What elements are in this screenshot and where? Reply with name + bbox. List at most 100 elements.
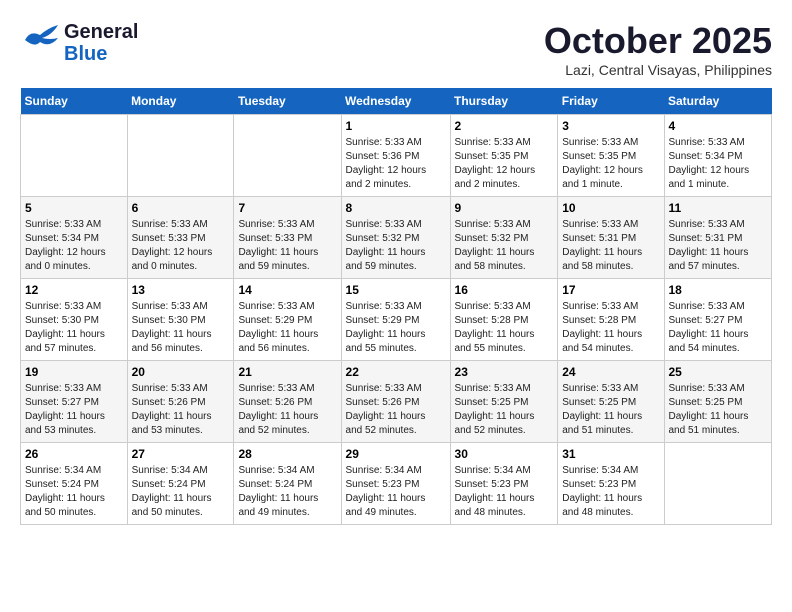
- day-info: Sunrise: 5:33 AM Sunset: 5:28 PM Dayligh…: [455, 300, 554, 356]
- day-info: Sunrise: 5:33 AM Sunset: 5:28 PM Dayligh…: [562, 300, 659, 356]
- day-number: 21: [238, 365, 336, 379]
- day-info: Sunrise: 5:33 AM Sunset: 5:34 PM Dayligh…: [25, 218, 123, 274]
- table-row: 25 Sunrise: 5:33 AM Sunset: 5:25 PM Dayli…: [664, 361, 772, 443]
- day-info: Sunrise: 5:33 AM Sunset: 5:35 PM Dayligh…: [455, 136, 554, 192]
- table-row: 16 Sunrise: 5:33 AM Sunset: 5:28 PM Dayli…: [450, 279, 558, 361]
- table-row: 12 Sunrise: 5:33 AM Sunset: 5:30 PM Dayli…: [21, 279, 128, 361]
- day-number: 30: [455, 447, 554, 461]
- day-number: 10: [562, 201, 659, 215]
- table-row: 17 Sunrise: 5:33 AM Sunset: 5:28 PM Dayli…: [558, 279, 664, 361]
- day-info: Sunrise: 5:33 AM Sunset: 5:33 PM Dayligh…: [132, 218, 230, 274]
- table-row: 6 Sunrise: 5:33 AM Sunset: 5:33 PM Daylig…: [127, 197, 234, 279]
- day-number: 13: [132, 283, 230, 297]
- day-number: 19: [25, 365, 123, 379]
- day-number: 31: [562, 447, 659, 461]
- day-info: Sunrise: 5:34 AM Sunset: 5:23 PM Dayligh…: [562, 464, 659, 520]
- day-info: Sunrise: 5:33 AM Sunset: 5:31 PM Dayligh…: [562, 218, 659, 274]
- day-info: Sunrise: 5:34 AM Sunset: 5:24 PM Dayligh…: [132, 464, 230, 520]
- calendar-header-row: Sunday Monday Tuesday Wednesday Thursday…: [21, 88, 772, 115]
- day-number: 28: [238, 447, 336, 461]
- day-info: Sunrise: 5:33 AM Sunset: 5:33 PM Dayligh…: [238, 218, 336, 274]
- location: Lazi, Central Visayas, Philippines: [544, 62, 772, 78]
- calendar-table: Sunday Monday Tuesday Wednesday Thursday…: [20, 88, 772, 525]
- day-info: Sunrise: 5:33 AM Sunset: 5:25 PM Dayligh…: [455, 382, 554, 438]
- day-info: Sunrise: 5:33 AM Sunset: 5:35 PM Dayligh…: [562, 136, 659, 192]
- day-info: Sunrise: 5:33 AM Sunset: 5:25 PM Dayligh…: [669, 382, 768, 438]
- day-info: Sunrise: 5:33 AM Sunset: 5:32 PM Dayligh…: [346, 218, 446, 274]
- day-number: 15: [346, 283, 446, 297]
- day-number: 14: [238, 283, 336, 297]
- table-row: 14Sunrise: 5:33 AM Sunset: 5:29 PM Dayli…: [234, 279, 341, 361]
- table-row: [21, 115, 128, 197]
- header-wednesday: Wednesday: [341, 88, 450, 115]
- day-info: Sunrise: 5:33 AM Sunset: 5:27 PM Dayligh…: [669, 300, 768, 356]
- day-number: 26: [25, 447, 123, 461]
- table-row: 10 Sunrise: 5:33 AM Sunset: 5:31 PM Dayli…: [558, 197, 664, 279]
- table-row: 22 Sunrise: 5:33 AM Sunset: 5:26 PM Dayli…: [341, 361, 450, 443]
- day-number: 29: [346, 447, 446, 461]
- day-number: 3: [562, 119, 659, 133]
- table-row: 28 Sunrise: 5:34 AM Sunset: 5:24 PM Dayli…: [234, 443, 341, 525]
- header-sunday: Sunday: [21, 88, 128, 115]
- day-number: 7: [238, 201, 336, 215]
- table-row: 18Sunrise: 5:33 AM Sunset: 5:27 PM Dayli…: [664, 279, 772, 361]
- table-row: 21 Sunrise: 5:33 AM Sunset: 5:26 PM Dayli…: [234, 361, 341, 443]
- calendar-week-row: 1Sunrise: 5:33 AM Sunset: 5:36 PM Daylig…: [21, 115, 772, 197]
- day-info: Sunrise: 5:34 AM Sunset: 5:24 PM Dayligh…: [25, 464, 123, 520]
- table-row: 15 Sunrise: 5:33 AM Sunset: 5:29 PM Dayli…: [341, 279, 450, 361]
- table-row: [234, 115, 341, 197]
- day-number: 16: [455, 283, 554, 297]
- day-number: 24: [562, 365, 659, 379]
- day-number: 2: [455, 119, 554, 133]
- table-row: 4Sunrise: 5:33 AM Sunset: 5:34 PM Daylig…: [664, 115, 772, 197]
- table-row: 29Sunrise: 5:34 AM Sunset: 5:23 PM Dayli…: [341, 443, 450, 525]
- day-info: Sunrise: 5:33 AM Sunset: 5:25 PM Dayligh…: [562, 382, 659, 438]
- calendar-week-row: 5 Sunrise: 5:33 AM Sunset: 5:34 PM Daylig…: [21, 197, 772, 279]
- day-number: 9: [455, 201, 554, 215]
- table-row: 27Sunrise: 5:34 AM Sunset: 5:24 PM Dayli…: [127, 443, 234, 525]
- day-info: Sunrise: 5:34 AM Sunset: 5:24 PM Dayligh…: [238, 464, 336, 520]
- header-saturday: Saturday: [664, 88, 772, 115]
- day-number: 12: [25, 283, 123, 297]
- logo: General Blue: [20, 20, 138, 65]
- table-row: 19 Sunrise: 5:33 AM Sunset: 5:27 PM Dayli…: [21, 361, 128, 443]
- table-row: [664, 443, 772, 525]
- table-row: 1Sunrise: 5:33 AM Sunset: 5:36 PM Daylig…: [341, 115, 450, 197]
- header-thursday: Thursday: [450, 88, 558, 115]
- day-info: Sunrise: 5:33 AM Sunset: 5:30 PM Dayligh…: [132, 300, 230, 356]
- table-row: 23 Sunrise: 5:33 AM Sunset: 5:25 PM Dayli…: [450, 361, 558, 443]
- header-tuesday: Tuesday: [234, 88, 341, 115]
- day-info: Sunrise: 5:34 AM Sunset: 5:23 PM Dayligh…: [455, 464, 554, 520]
- day-info: Sunrise: 5:33 AM Sunset: 5:26 PM Dayligh…: [238, 382, 336, 438]
- table-row: 11Sunrise: 5:33 AM Sunset: 5:31 PM Dayli…: [664, 197, 772, 279]
- day-info: Sunrise: 5:33 AM Sunset: 5:26 PM Dayligh…: [132, 382, 230, 438]
- day-number: 6: [132, 201, 230, 215]
- table-row: 13 Sunrise: 5:33 AM Sunset: 5:30 PM Dayli…: [127, 279, 234, 361]
- day-info: Sunrise: 5:33 AM Sunset: 5:30 PM Dayligh…: [25, 300, 123, 356]
- day-info: Sunrise: 5:33 AM Sunset: 5:26 PM Dayligh…: [346, 382, 446, 438]
- day-info: Sunrise: 5:33 AM Sunset: 5:36 PM Dayligh…: [346, 136, 446, 192]
- table-row: 3 Sunrise: 5:33 AM Sunset: 5:35 PM Daylig…: [558, 115, 664, 197]
- table-row: 2 Sunrise: 5:33 AM Sunset: 5:35 PM Daylig…: [450, 115, 558, 197]
- logo-icon: [20, 20, 60, 65]
- day-number: 20: [132, 365, 230, 379]
- day-number: 4: [669, 119, 768, 133]
- day-number: 22: [346, 365, 446, 379]
- logo-text: General Blue: [64, 21, 138, 65]
- day-number: 8: [346, 201, 446, 215]
- day-info: Sunrise: 5:33 AM Sunset: 5:27 PM Dayligh…: [25, 382, 123, 438]
- table-row: 31 Sunrise: 5:34 AM Sunset: 5:23 PM Dayli…: [558, 443, 664, 525]
- header-friday: Friday: [558, 88, 664, 115]
- day-number: 23: [455, 365, 554, 379]
- calendar-week-row: 26 Sunrise: 5:34 AM Sunset: 5:24 PM Dayli…: [21, 443, 772, 525]
- table-row: 7 Sunrise: 5:33 AM Sunset: 5:33 PM Daylig…: [234, 197, 341, 279]
- day-number: 5: [25, 201, 123, 215]
- table-row: 20 Sunrise: 5:33 AM Sunset: 5:26 PM Dayli…: [127, 361, 234, 443]
- day-number: 11: [669, 201, 768, 215]
- day-number: 25: [669, 365, 768, 379]
- day-number: 17: [562, 283, 659, 297]
- calendar-week-row: 19 Sunrise: 5:33 AM Sunset: 5:27 PM Dayli…: [21, 361, 772, 443]
- day-info: Sunrise: 5:33 AM Sunset: 5:29 PM Dayligh…: [346, 300, 446, 356]
- table-row: 30 Sunrise: 5:34 AM Sunset: 5:23 PM Dayli…: [450, 443, 558, 525]
- title-section: October 2025 Lazi, Central Visayas, Phil…: [544, 20, 772, 78]
